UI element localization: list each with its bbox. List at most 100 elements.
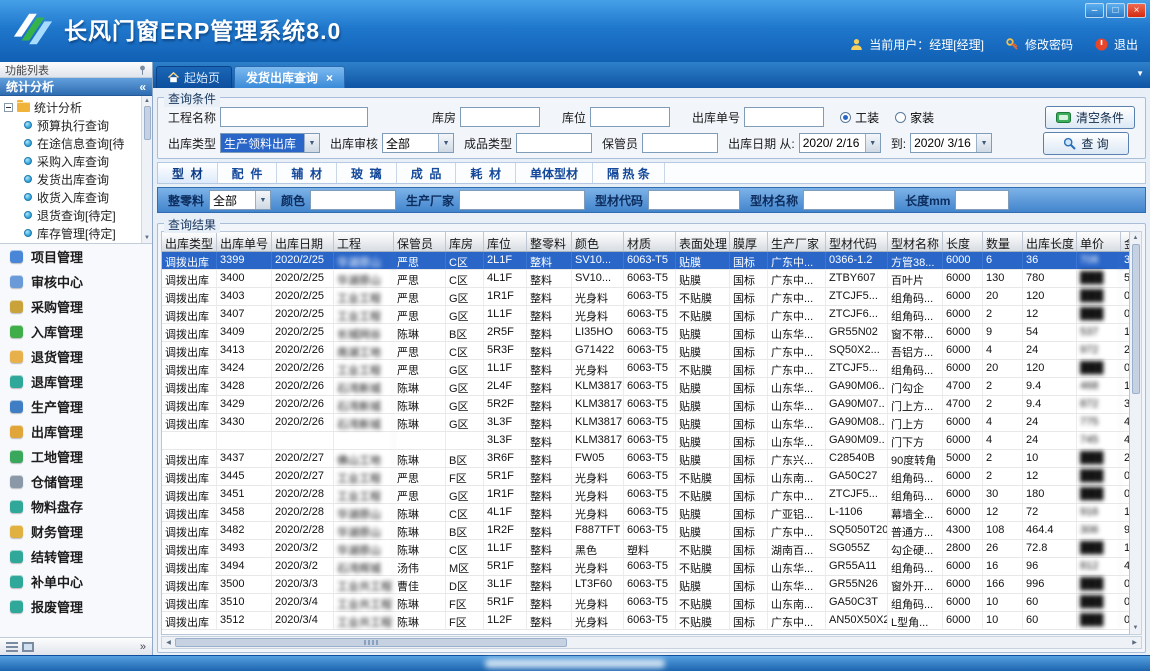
sidebar-section-header[interactable]: 统计分析 «	[0, 78, 152, 96]
table-row[interactable]: 调拨出库34582020/2/28华湖原山陈琳C区4L1F整料光身料6063-T…	[162, 504, 1129, 522]
tab-close-icon[interactable]: ×	[326, 72, 333, 84]
table-row[interactable]: 调拨出库34292020/2/26石湾新城陈琳G区5R2F整料KLM381760…	[162, 396, 1129, 414]
table-row[interactable]: 调拨出库34512020/2/28工业工程严思G区1R1F整料光身料6063-T…	[162, 486, 1129, 504]
sidebar-item-purchase[interactable]: 采购管理	[0, 294, 152, 319]
search-button[interactable]: 查 询	[1043, 132, 1129, 155]
list-view-icon[interactable]	[6, 642, 18, 652]
table-row[interactable]: 调拨出库35002020/3/3工业共工程曹佳D区3L1F整料LT3F60606…	[162, 576, 1129, 594]
column-header[interactable]: 出库日期	[272, 232, 334, 251]
sidebar-item-scrap[interactable]: 报废管理	[0, 594, 152, 619]
sidebar-item-inbound[interactable]: 入库管理	[0, 319, 152, 344]
table-row[interactable]: 调拨出库34372020/2/27佛山工地陈琳B区3R6F整料FW056063-…	[162, 450, 1129, 468]
logout-button[interactable]: 退出	[1114, 36, 1138, 53]
tab-shipment-outbound-query[interactable]: 发货出库查询 ×	[234, 66, 345, 88]
column-header[interactable]: 型材名称	[888, 232, 943, 251]
sidebar-item-reorder[interactable]: 补单中心	[0, 569, 152, 594]
column-header[interactable]: 保管员	[394, 232, 446, 251]
sidebar-item-inventory[interactable]: 物料盘存	[0, 494, 152, 519]
table-row[interactable]: 调拨出库34452020/2/27工业工程严思F区5R1F整料光身料6063-T…	[162, 468, 1129, 486]
date-from-picker[interactable]: 2020/ 2/16 ▼	[799, 133, 881, 153]
table-vertical-scrollbar[interactable]: ▲ ▼	[1130, 231, 1142, 635]
radio-home-decoration[interactable]: 家装	[895, 109, 934, 126]
table-row[interactable]: 调拨出库34282020/2/26石湾新城陈琳G区2L4F整料KLM381760…	[162, 378, 1129, 396]
more-chevron-icon[interactable]: »	[140, 641, 146, 653]
scrollbar-thumb[interactable]	[144, 106, 151, 140]
material-tab-3[interactable]: 玻 璃	[337, 163, 397, 183]
collapse-left-icon[interactable]: «	[139, 80, 146, 94]
table-row[interactable]: 调拨出库34302020/2/26石湾新城陈琳G区3L3F整料KLM381760…	[162, 414, 1129, 432]
tree-item[interactable]: 收货入库查询	[4, 188, 140, 206]
table-row[interactable]: 调拨出库35102020/3/4工业共工程陈琳F区5R1F整料光身料6063-T…	[162, 594, 1129, 612]
minimize-button[interactable]: –	[1085, 3, 1104, 18]
sidebar-item-production[interactable]: 生产管理	[0, 394, 152, 419]
column-header[interactable]: 库房	[446, 232, 484, 251]
table-row[interactable]: 调拨出库34092020/2/25长城网谷陈琳B区2R5F整料LI35HO606…	[162, 324, 1129, 342]
tree-scrollbar[interactable]: ▲ ▼	[141, 96, 152, 243]
change-password-link[interactable]: 修改密码	[1025, 36, 1073, 53]
filter-input-3[interactable]	[648, 190, 740, 210]
column-header[interactable]: 库位	[484, 232, 527, 251]
scroll-right-icon[interactable]: ▶	[1128, 639, 1141, 646]
project-name-input[interactable]	[220, 107, 368, 127]
sidebar-item-carryover[interactable]: 结转管理	[0, 544, 152, 569]
order-no-input[interactable]	[744, 107, 824, 127]
column-header[interactable]: 材质	[624, 232, 676, 251]
filter-select-0[interactable]: 全部▼	[209, 190, 271, 210]
date-to-picker[interactable]: 2020/ 3/16 ▼	[910, 133, 992, 153]
column-header[interactable]: 整零料	[527, 232, 572, 251]
column-header[interactable]: 膜厚	[730, 232, 768, 251]
material-tab-5[interactable]: 耗 材	[456, 163, 516, 183]
table-row[interactable]: 调拨出库34932020/3/2华湖原山陈琳C区1L1F整料黑色塑料不贴膜国标湖…	[162, 540, 1129, 558]
scroll-down-icon[interactable]: ▼	[1133, 622, 1139, 634]
sidebar-item-outbound[interactable]: 出库管理	[0, 419, 152, 444]
column-header[interactable]: 金	[1121, 232, 1130, 251]
table-row[interactable]: 调拨出库34072020/2/25工业工程严思G区1L1F整料光身料6063-T…	[162, 306, 1129, 324]
computer-icon[interactable]	[22, 642, 34, 652]
column-header[interactable]: 单价	[1077, 232, 1121, 251]
clear-conditions-button[interactable]: 清空条件	[1045, 106, 1135, 129]
product-type-input[interactable]	[516, 133, 592, 153]
column-header[interactable]: 出库类型	[162, 232, 217, 251]
column-header[interactable]: 出库长度	[1023, 232, 1077, 251]
tree-item[interactable]: 发货出库查询	[4, 170, 140, 188]
table-row[interactable]: 调拨出库35122020/3/4工业共工程陈琳F区1L2F整料光身料6063-T…	[162, 612, 1129, 630]
scrollbar-thumb[interactable]	[1132, 244, 1140, 394]
sidebar-item-project[interactable]: 项目管理	[0, 244, 152, 269]
table-row[interactable]: 调拨出库34032020/2/25工业工程严思G区1R1F整料光身料6063-T…	[162, 288, 1129, 306]
tree-item[interactable]: 采购入库查询	[4, 152, 140, 170]
filter-input-4[interactable]	[803, 190, 895, 210]
tree-item[interactable]: 退货查询[待定]	[4, 206, 140, 224]
outbound-type-select[interactable]: 生产领料出库 ▼	[220, 133, 320, 153]
table-row[interactable]: 调拨出库34002020/2/25华湖原山严思C区4L1F整料SV10...60…	[162, 270, 1129, 288]
audit-select[interactable]: 全部 ▼	[382, 133, 454, 153]
tree-item[interactable]: 在途信息查询[待	[4, 134, 140, 152]
column-header[interactable]: 表面处理	[676, 232, 730, 251]
column-header[interactable]: 生产厂家	[768, 232, 826, 251]
table-row[interactable]: 调拨出库34822020/2/28华湖原山陈琳B区1R2F整料F887TFT60…	[162, 522, 1129, 540]
tab-home[interactable]: 起始页	[156, 66, 232, 88]
table-row[interactable]: 调拨出库33992020/2/25华湖原山严思C区2L1F整料SV10...60…	[162, 252, 1129, 270]
column-header[interactable]: 长度	[943, 232, 983, 251]
column-header[interactable]: 数量	[983, 232, 1023, 251]
sidebar-item-finance[interactable]: 财务管理	[0, 519, 152, 544]
tree-expander-icon[interactable]	[4, 103, 13, 112]
table-row[interactable]: 调拨出库34242020/2/26工业工程严思G区1L1F整料光身料6063-T…	[162, 360, 1129, 378]
table-horizontal-scrollbar[interactable]: ◀ ▶	[161, 636, 1142, 649]
material-tab-6[interactable]: 单体型材	[516, 163, 593, 183]
column-header[interactable]: 出库单号	[217, 232, 272, 251]
keeper-input[interactable]	[642, 133, 718, 153]
filter-input-5[interactable]	[955, 190, 1009, 210]
material-tab-4[interactable]: 成 品	[397, 163, 457, 183]
scroll-up-icon[interactable]: ▲	[1133, 232, 1139, 244]
tree-root[interactable]: 统计分析	[4, 98, 140, 116]
sidebar-item-warehouse[interactable]: 仓储管理	[0, 469, 152, 494]
column-header[interactable]: 颜色	[572, 232, 624, 251]
tab-list-chevron-icon[interactable]: ▼	[1136, 69, 1144, 78]
close-button[interactable]: ×	[1127, 3, 1146, 18]
maximize-button[interactable]: □	[1106, 3, 1125, 18]
filter-input-2[interactable]	[459, 190, 585, 210]
material-tab-7[interactable]: 隔 热 条	[593, 163, 665, 183]
column-header[interactable]: 型材代码	[826, 232, 888, 251]
scroll-up-icon[interactable]: ▲	[144, 96, 150, 106]
tree-item[interactable]: 预算执行查询	[4, 116, 140, 134]
